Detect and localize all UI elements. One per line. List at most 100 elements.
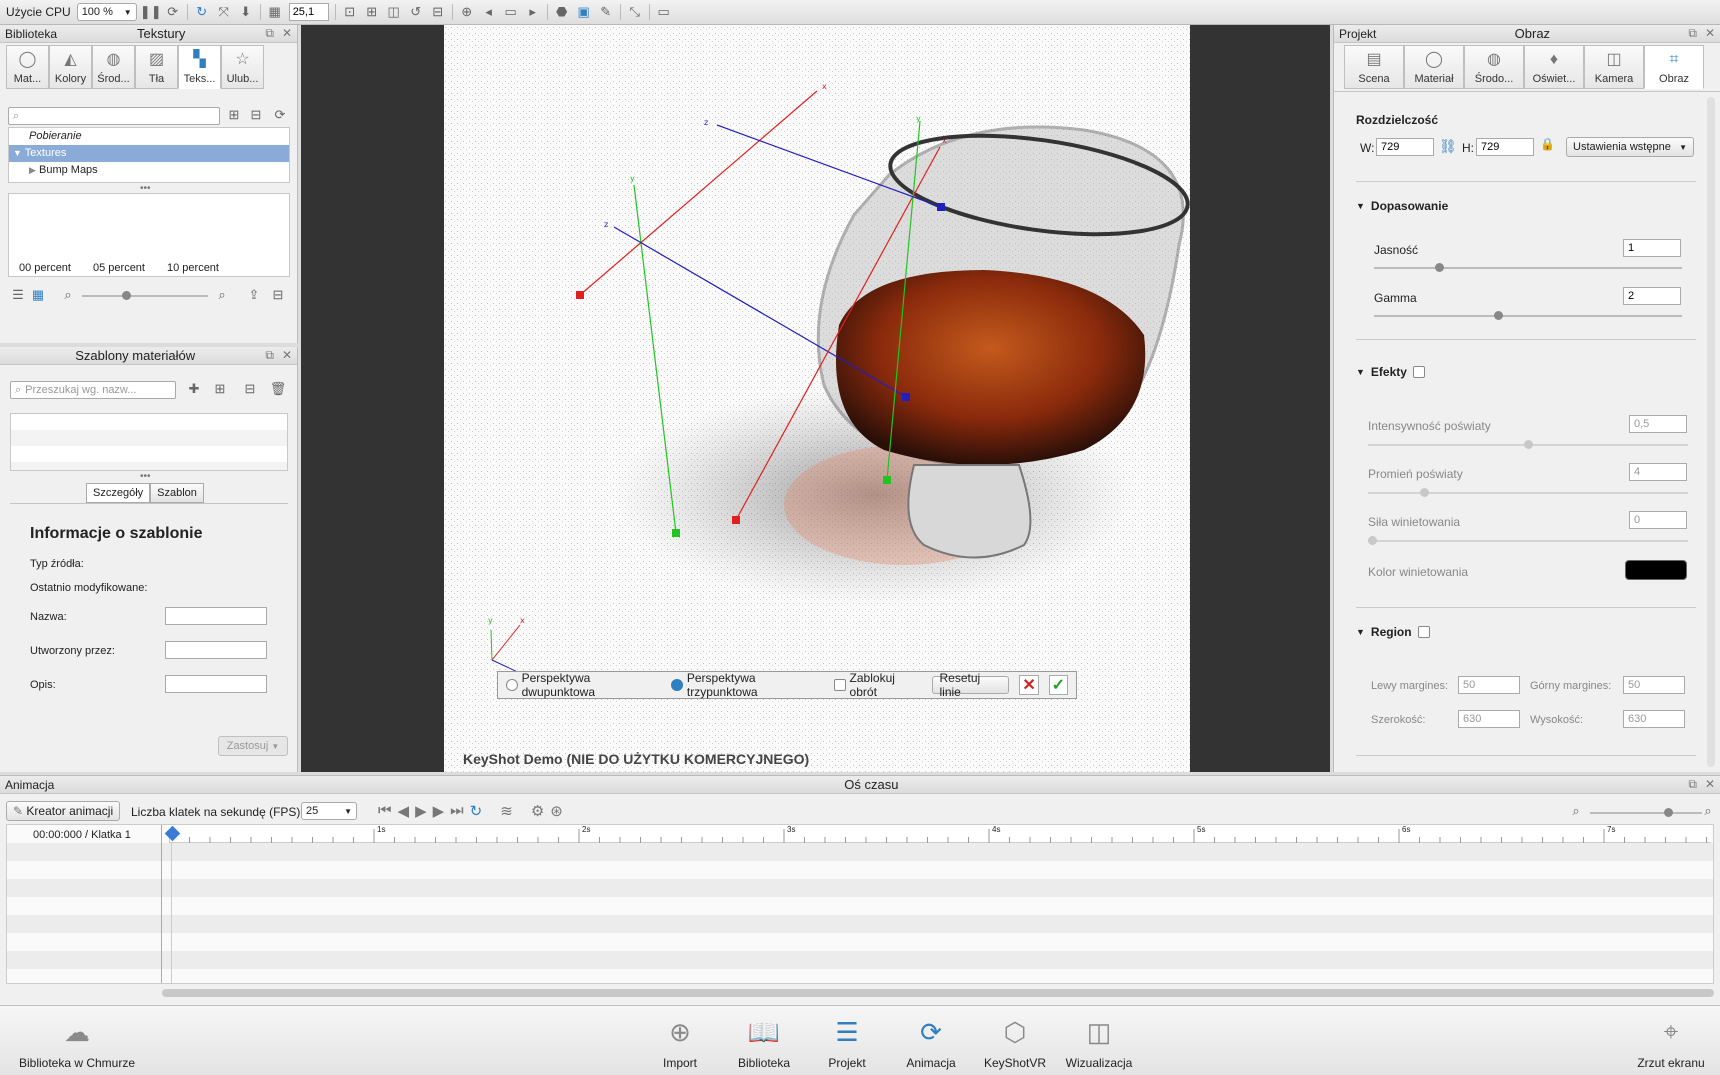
loop-icon[interactable]: ↻ xyxy=(470,802,483,820)
vignette-strength-knob[interactable] xyxy=(1368,536,1377,545)
prev-camera-icon[interactable]: ◂ xyxy=(481,4,497,20)
thumb-10[interactable]: 10 percent xyxy=(167,262,219,274)
left-margin-input[interactable] xyxy=(1458,676,1520,694)
cloud-library-button[interactable]: ☁ Biblioteka w Chmurze xyxy=(17,1014,137,1071)
render-button[interactable]: ◫ Wizualizacja xyxy=(1059,1014,1139,1071)
vignette-color-swatch[interactable] xyxy=(1625,560,1687,580)
zoom-out-icon[interactable]: ⌕ xyxy=(1568,803,1584,819)
reset-icon[interactable]: ↻ xyxy=(194,4,210,20)
bloom-radius-slider[interactable] xyxy=(1368,492,1688,494)
timeline-zoom-knob[interactable] xyxy=(1664,808,1673,817)
tab-lighting[interactable]: ♦ Oświet... xyxy=(1524,45,1584,89)
render-viewport[interactable]: x y z x y z y x Perspektywa dwupunktowa Per… xyxy=(301,25,1330,772)
import-folder-icon[interactable]: ⊟ xyxy=(248,107,264,123)
vignette-strength-slider[interactable] xyxy=(1368,540,1688,542)
monitor-icon[interactable]: ▭ xyxy=(656,4,672,20)
lock-rotation-checkbox[interactable]: Zablokuj obrót xyxy=(833,671,923,699)
name-field[interactable] xyxy=(165,607,267,625)
bloom-intensity-input[interactable] xyxy=(1629,415,1687,433)
animation-wizard-button[interactable]: ✎ Kreator animacji xyxy=(6,801,121,821)
timeline-tracks[interactable]: 00:00:000 / Klatka 1 1s 2s 3s 4s 5s 6s 7… xyxy=(6,824,1714,984)
import-icon[interactable]: ⊟ xyxy=(270,287,286,303)
tab-camera[interactable]: ◫ Kamera xyxy=(1584,45,1644,89)
zoom-in-icon[interactable]: ⌕ xyxy=(1700,803,1716,819)
tab-template[interactable]: Szablon xyxy=(150,483,204,503)
motion-icon[interactable]: ≋ xyxy=(500,802,513,820)
tab-textures[interactable]: ▚ Teks... xyxy=(178,45,221,89)
list-view-icon[interactable]: ☰ xyxy=(10,287,26,303)
rotate-icon[interactable]: ↺ xyxy=(408,4,424,20)
layout-icon[interactable]: ▣ xyxy=(576,4,592,20)
timeline-ruler[interactable]: 1s 2s 3s 4s 5s 6s 7s xyxy=(168,825,1711,843)
tree-item-textures[interactable]: ▼ Textures xyxy=(9,145,289,162)
folder-icon[interactable]: ⊞ xyxy=(212,381,228,397)
refresh-render-icon[interactable]: ⟳ xyxy=(165,4,181,20)
tab-details[interactable]: Szczegóły xyxy=(86,483,151,503)
library-button[interactable]: 📖 Biblioteka xyxy=(724,1014,804,1071)
resolution-height-input[interactable] xyxy=(1476,138,1534,156)
add-template-icon[interactable]: ✚ xyxy=(186,381,202,397)
last-frame-icon[interactable]: ⏭ xyxy=(450,802,464,820)
float-icon[interactable]: ⧉ xyxy=(1688,26,1697,41)
next-frame-icon[interactable]: ▶ xyxy=(433,802,445,820)
gamma-input[interactable] xyxy=(1623,287,1681,305)
bloom-radius-input[interactable] xyxy=(1629,463,1687,481)
tab-colors[interactable]: ◭ Kolory xyxy=(49,45,92,89)
float-icon[interactable]: ⧉ xyxy=(265,26,274,41)
grid-view-icon[interactable]: ▦ xyxy=(30,287,46,303)
float-icon[interactable]: ⧉ xyxy=(265,348,274,363)
apply-button[interactable]: Zastosuj ▼ xyxy=(218,736,288,756)
three-point-radio[interactable]: Perspektywa trzypunktowa xyxy=(671,671,824,699)
region-section[interactable]: ▼ Region xyxy=(1356,625,1430,639)
drop-icon[interactable]: ⬇ xyxy=(238,4,254,20)
close-icon[interactable]: ✕ xyxy=(1705,26,1715,41)
add-folder-icon[interactable]: ⊞ xyxy=(226,107,242,123)
region-height-input[interactable] xyxy=(1623,710,1685,728)
timeline-scrollbar[interactable] xyxy=(162,989,1714,997)
fps-select[interactable]: 25 ▼ xyxy=(301,802,357,820)
lock-icon[interactable]: ⊟ xyxy=(430,4,446,20)
close-icon[interactable]: ✕ xyxy=(282,348,292,363)
play-icon[interactable]: ▶ xyxy=(415,802,427,820)
tree-item-download[interactable]: Pobieranie xyxy=(9,128,289,145)
tab-environment[interactable]: ◍ Środo... xyxy=(1464,45,1524,89)
tab-materials[interactable]: ◯ Mat... xyxy=(6,45,49,89)
scrollbar[interactable] xyxy=(1707,97,1715,767)
brightness-input[interactable] xyxy=(1623,239,1681,257)
adjust-section[interactable]: ▼ Dopasowanie xyxy=(1356,199,1448,213)
prev-frame-icon[interactable]: ◀ xyxy=(398,802,410,820)
reset-lines-button[interactable]: Resetuj linie xyxy=(932,671,1010,699)
shield-icon[interactable]: ⬣ xyxy=(554,4,570,20)
vignette-strength-input[interactable] xyxy=(1629,511,1687,529)
bloom-intensity-knob[interactable] xyxy=(1524,440,1533,449)
link-icon[interactable]: ⛓ xyxy=(1439,138,1457,155)
next-camera-icon[interactable]: ▸ xyxy=(525,4,541,20)
templates-search-input[interactable]: ⌕ Przeszukaj wg. nazw... xyxy=(10,381,176,399)
cancel-icon[interactable]: ✕ xyxy=(1019,675,1039,695)
splitter-handle[interactable]: ••• xyxy=(140,471,151,482)
top-margin-input[interactable] xyxy=(1623,676,1685,694)
tab-backplates[interactable]: ▨ Tła xyxy=(135,45,178,89)
float-icon[interactable]: ⧉ xyxy=(1688,777,1697,792)
trash-icon[interactable]: 🗑 xyxy=(270,381,287,397)
thumb-size-slider[interactable] xyxy=(82,295,208,297)
presets-dropdown[interactable]: Ustawienia wstępne ▼ xyxy=(1566,137,1694,157)
focal-value-input[interactable] xyxy=(288,3,329,21)
brightness-knob[interactable] xyxy=(1435,263,1444,272)
region-icon[interactable]: ⊞ xyxy=(364,4,380,20)
pen-icon[interactable]: ✎ xyxy=(598,4,614,20)
description-field[interactable] xyxy=(165,675,267,693)
camera-icon[interactable]: ◫ xyxy=(386,4,402,20)
tab-favorites[interactable]: ☆ Ulub... xyxy=(221,45,264,89)
fit-icon[interactable]: ⤧ xyxy=(216,4,232,20)
tree-item-bump-maps[interactable]: ▶ Bump Maps xyxy=(9,162,289,179)
region-width-input[interactable] xyxy=(1458,710,1520,728)
tab-material[interactable]: ◯ Materiał xyxy=(1404,45,1464,89)
library-search-input[interactable]: ⌕ xyxy=(8,107,220,125)
thumb-size-knob[interactable] xyxy=(122,291,131,300)
timeline-zoom-slider[interactable] xyxy=(1590,812,1702,814)
animation-button[interactable]: ⟳ Animacja xyxy=(891,1014,971,1071)
bloom-radius-knob[interactable] xyxy=(1420,488,1429,497)
zoom-in-icon[interactable]: ⌕ xyxy=(214,287,230,303)
screenshot-button[interactable]: ⌖ Zrzut ekranu xyxy=(1626,1014,1716,1070)
